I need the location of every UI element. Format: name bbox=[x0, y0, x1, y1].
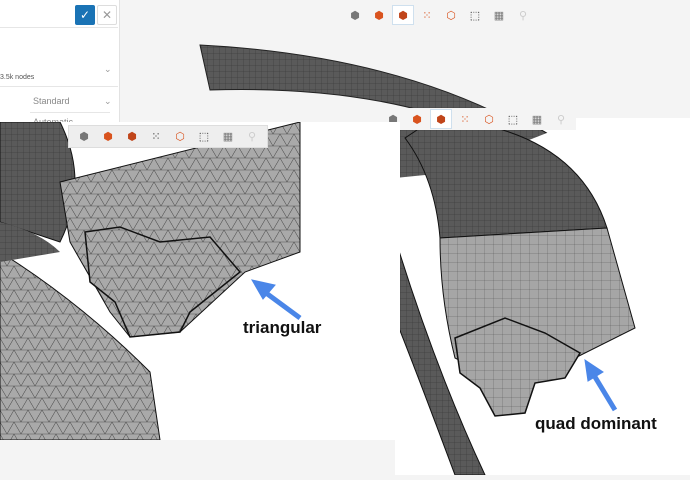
annotation-arrows bbox=[251, 279, 618, 412]
arrow-quad-dominant bbox=[589, 370, 618, 412]
arrow-head-icon bbox=[584, 358, 604, 382]
quad-dominant-label: quad dominant bbox=[535, 414, 657, 433]
triangular-label: triangular bbox=[243, 318, 322, 337]
